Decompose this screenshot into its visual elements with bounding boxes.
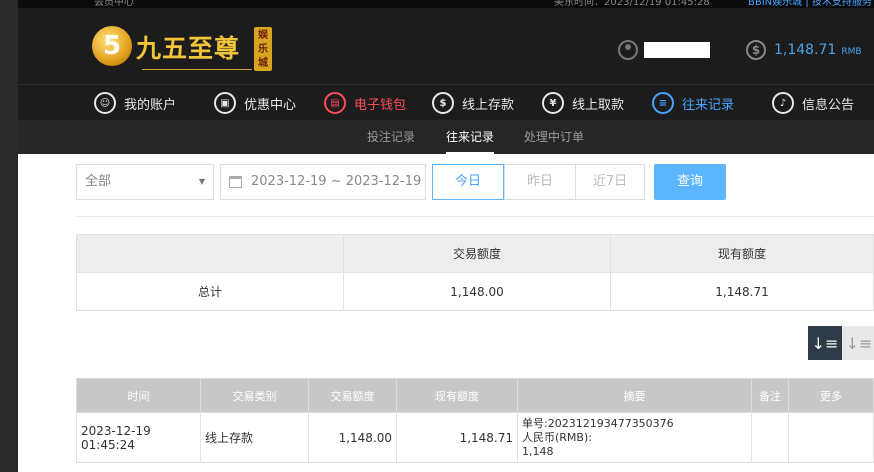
sort-controls: ↓≡ ↓≡ [808, 326, 874, 360]
deposit-icon: $ [432, 92, 454, 114]
nav-label: 优惠中心 [244, 97, 297, 113]
withdraw-icon: ¥ [542, 92, 564, 114]
user-info[interactable] [618, 40, 710, 60]
summary-header-blank [76, 234, 344, 273]
nav-item-records[interactable]: ≡ 往来记录 [652, 85, 734, 121]
col-category: 交易类别 [200, 378, 309, 413]
row-time: 2023-12-19 01:45:24 [76, 412, 201, 463]
member-center-label: 会员中心 [94, 0, 134, 8]
query-button[interactable]: 查询 [654, 164, 726, 200]
table-row: 2023-12-19 01:45:24 线上存款 1,148.00 1,148.… [76, 412, 874, 463]
col-time: 时间 [76, 378, 201, 413]
logo-mark: 5 [92, 26, 132, 66]
window-left-edge [0, 0, 18, 472]
sort-desc-icon[interactable]: ↓≡ [808, 326, 842, 360]
summary-header-balance: 现有额度 [610, 234, 874, 273]
yesterday-button[interactable]: 昨日 [504, 164, 576, 200]
bell-icon: ♪ [772, 92, 794, 114]
sort-asc-icon[interactable]: ↓≡ [842, 326, 874, 360]
calendar-icon [229, 176, 242, 188]
nav-item-announcements[interactable]: ♪ 信息公告 [772, 85, 854, 121]
col-note: 备注 [751, 378, 789, 413]
row-note [751, 412, 789, 463]
gift-icon: ▣ [214, 92, 236, 114]
summary-total-label: 总计 [76, 272, 344, 311]
date-range-input[interactable]: 2023-12-19 ~ 2023-12-19 [220, 164, 426, 200]
col-more: 更多 [788, 378, 874, 413]
row-category: 线上存款 [200, 412, 309, 463]
col-amount: 交易额度 [308, 378, 397, 413]
balance-info: $ 1,148.71 RMB [746, 40, 862, 60]
summary-currency: 人民币(RMB): [522, 430, 592, 444]
nav-label: 往来记录 [682, 97, 735, 113]
logo-flourish [142, 64, 252, 70]
nav-label: 信息公告 [802, 97, 855, 113]
top-info-bar: 会员中心 美东时间：2023/12/19 01:45:28 BBIN娱乐城 | … [18, 0, 874, 8]
row-summary: 单号:202312193477350376 人民币(RMB): 1,148 [517, 412, 752, 463]
summary-total-balance: 1,148.71 [610, 272, 874, 311]
nav-label: 我的账户 [124, 97, 177, 113]
records-table: 时间 交易类别 交易额度 现有额度 摘要 备注 更多 2023-12-19 01… [76, 378, 874, 463]
date-range-value: 2023-12-19 ~ 2023-12-19 [251, 174, 422, 189]
nav-label: 线上存款 [462, 97, 515, 113]
record-icon: ≡ [652, 92, 674, 114]
row-balance: 1,148.71 [396, 412, 518, 463]
nav-item-withdraw[interactable]: ¥ 线上取款 [542, 85, 624, 121]
site-logo[interactable]: 5 九五至尊 娱乐城 [92, 24, 282, 76]
summary-total-amount: 1,148.00 [343, 272, 611, 311]
logo-badge: 娱乐城 [254, 27, 272, 71]
nav-item-promotions[interactable]: ▣ 优惠中心 [214, 85, 296, 121]
type-select[interactable]: 全部 ▼ [76, 164, 214, 200]
summary-table: 交易额度 现有额度 总计 1,148.00 1,148.71 [76, 234, 874, 311]
coin-icon: $ [746, 40, 766, 60]
row-more[interactable] [788, 412, 874, 463]
user-icon [618, 40, 638, 60]
nav-item-my-account[interactable]: ☺ 我的账户 [94, 85, 176, 121]
site-header: 5 九五至尊 娱乐城 $ 1,148.71 RMB [18, 8, 874, 84]
tab-transaction-records[interactable]: 往来记录 [446, 120, 495, 154]
balance-value: 1,148.71 [774, 42, 837, 58]
main-content: 全部 ▼ 2023-12-19 ~ 2023-12-19 今日 昨日 近7日 查… [18, 154, 874, 472]
col-balance: 现有额度 [396, 378, 518, 413]
row-amount: 1,148.00 [308, 412, 397, 463]
col-summary: 摘要 [517, 378, 752, 413]
summary-header-amount: 交易额度 [343, 234, 611, 273]
tab-pending-orders[interactable]: 处理中订单 [524, 120, 584, 154]
user-icon: ☺ [94, 92, 116, 114]
username-redacted [644, 42, 710, 58]
caret-down-icon: ▼ [198, 177, 205, 186]
sub-nav: 投注记录 往来记录 处理中订单 [18, 120, 874, 154]
main-nav: ☺ 我的账户 ▣ 优惠中心 ▤ 电子钱包 $ 线上存款 ¥ 线上取款 ≡ 往来记… [18, 84, 874, 120]
top-links[interactable]: BBIN娱乐城 | 技术支持服务 [748, 0, 872, 8]
summary-order-no: 单号:202312193477350376 [522, 416, 674, 430]
filter-divider [76, 216, 874, 217]
wallet-icon: ▤ [324, 92, 346, 114]
today-button[interactable]: 今日 [432, 164, 504, 200]
summary-value: 1,148 [522, 444, 554, 458]
logo-text: 九五至尊 [136, 34, 241, 63]
nav-label: 电子钱包 [354, 97, 407, 113]
server-time: 美东时间：2023/12/19 01:45:28 [554, 0, 710, 8]
nav-item-wallet[interactable]: ▤ 电子钱包 [324, 85, 406, 121]
nav-label: 线上取款 [572, 97, 625, 113]
type-select-value: 全部 [85, 174, 112, 189]
nav-item-deposit[interactable]: $ 线上存款 [432, 85, 514, 121]
balance-unit: RMB [841, 46, 862, 57]
summary-row: 总计 1,148.00 1,148.71 [76, 272, 874, 311]
last-7-days-button[interactable]: 近7日 [575, 164, 645, 200]
tab-bet-records[interactable]: 投注记录 [367, 120, 415, 154]
